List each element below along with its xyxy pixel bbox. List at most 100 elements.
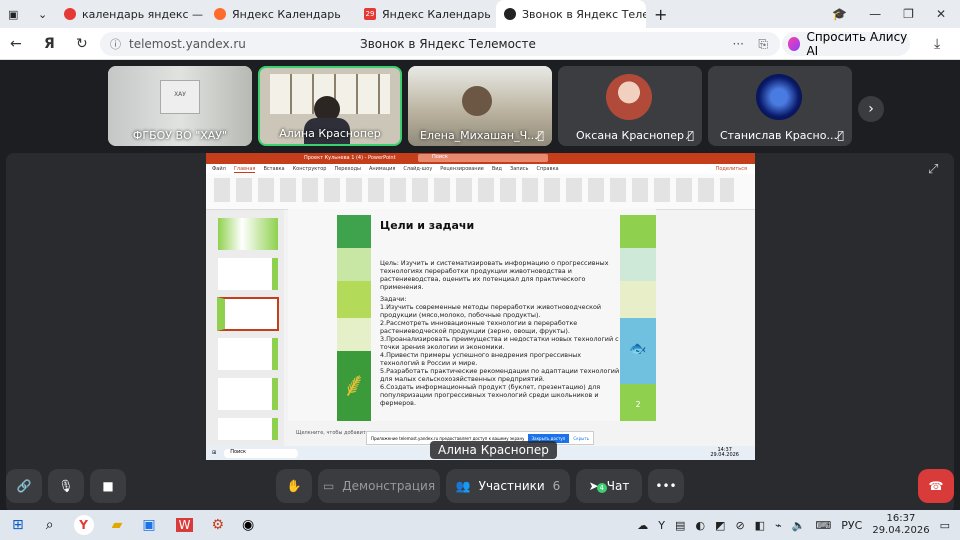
tray-icon[interactable]: ◧: [755, 519, 765, 532]
participant-tile-active[interactable]: Алина Краснопер: [258, 66, 402, 146]
yandex-browser-icon[interactable]: Y: [73, 515, 94, 535]
tray-icon[interactable]: ◩: [715, 519, 725, 532]
slide-thumb-selected[interactable]: [217, 297, 279, 331]
demonstration-button[interactable]: ▭ Демонстрация: [318, 469, 440, 503]
volume-icon[interactable]: 🔈: [792, 519, 806, 532]
tab-menu-icon[interactable]: ▣: [0, 0, 30, 28]
participant-name: ФГБОУ ВО "ХАУ": [132, 129, 228, 142]
hang-up-icon: ☎: [928, 479, 944, 493]
tray-icon[interactable]: ▤: [675, 519, 685, 532]
calendar-29-favicon-icon: 29: [364, 8, 376, 20]
participants-label: Участники: [478, 479, 545, 493]
remote-desktop-icon[interactable]: ▣: [142, 517, 155, 533]
yandex-tray-icon[interactable]: Y: [658, 519, 665, 532]
keyboard-icon[interactable]: ⌨: [815, 519, 831, 532]
hide-popup-button[interactable]: Скрыть: [573, 436, 589, 441]
microphone-button[interactable]: 🎙: [48, 469, 84, 503]
tab-list-chevron-icon[interactable]: ⌄: [30, 0, 56, 28]
cloud-icon[interactable]: ☁: [637, 519, 648, 532]
fullscreen-icon[interactable]: ⤢: [928, 162, 938, 177]
camera-button[interactable]: ■: [90, 469, 126, 503]
tray-icon[interactable]: ◐: [695, 519, 705, 532]
close-window-icon[interactable]: ✕: [936, 7, 946, 21]
tab-calendar-1[interactable]: Яндекс Календарь: [206, 0, 356, 28]
mic-muted-icon: 🎙̸: [687, 129, 694, 142]
avatar: [756, 74, 802, 120]
people-icon: 👥: [455, 479, 471, 493]
reload-icon[interactable]: ↻: [76, 36, 88, 52]
slide-thumb[interactable]: [218, 418, 278, 440]
url-field[interactable]: ⓘ telemost.yandex.ru Звонок в Яндекс Тел…: [100, 32, 780, 56]
inner-windows-icon[interactable]: ⊞: [212, 450, 216, 456]
participant-tile[interactable]: Оксана Краснопер 🎙̸: [558, 66, 702, 146]
slide-thumb[interactable]: [218, 218, 278, 250]
more-icon[interactable]: ···: [733, 37, 744, 51]
slide-thumb[interactable]: [218, 378, 278, 410]
chat-button[interactable]: ➤ 4 Чат: [576, 469, 642, 503]
profile-hat-icon[interactable]: 🎓: [832, 7, 847, 21]
clock[interactable]: 16:37 29.04.2026: [872, 513, 929, 537]
telemost-favicon-icon: [504, 8, 516, 20]
ppt-menu-item[interactable]: Вид: [492, 166, 502, 172]
slide-number: 2: [635, 400, 641, 409]
restore-icon[interactable]: ❐: [903, 7, 914, 21]
ppt-menu-item[interactable]: Конструктор: [293, 166, 327, 172]
telemost-icon[interactable]: ◉: [242, 517, 254, 533]
more-options-button[interactable]: •••: [648, 469, 684, 503]
chat-badge: 4: [596, 483, 607, 493]
mic-muted-icon: 🎙̸: [537, 129, 544, 142]
tab-title: календарь яндекс — Янд: [82, 7, 206, 21]
ppt-notes[interactable]: Щелкните, чтобы добавить за: [296, 430, 376, 436]
bookmark-icon[interactable]: ⎘: [758, 37, 768, 52]
wps-icon[interactable]: W: [175, 518, 194, 532]
windows-start-icon[interactable]: ⊞: [12, 517, 24, 533]
speaker-label: Алина Краснопер: [430, 441, 557, 459]
app-icon[interactable]: ⚙: [211, 517, 224, 533]
participant-tile[interactable]: Станислав Красно... 🎙̸: [708, 66, 852, 146]
ppt-menu-item[interactable]: Анимация: [369, 166, 395, 172]
ppt-menu-item[interactable]: Вставка: [263, 166, 284, 172]
ppt-share-button[interactable]: Поделиться: [716, 166, 747, 172]
tasks-heading: Задачи:: [380, 295, 407, 303]
ppt-ribbon: [206, 174, 755, 210]
minimize-icon[interactable]: —: [869, 7, 881, 21]
language-indicator[interactable]: РУС: [841, 519, 862, 532]
tab-telemost[interactable]: Звонок в Яндекс Теле ✕: [496, 0, 646, 28]
ppt-menu-item[interactable]: Справка: [537, 166, 559, 172]
search-icon[interactable]: ⌕: [46, 517, 54, 533]
file-explorer-icon[interactable]: ▰: [112, 517, 123, 533]
participant-tile[interactable]: ХАУ ФГБОУ ВО "ХАУ": [108, 66, 252, 146]
tab-calendar-2[interactable]: 29 Яндекс Календарь: [356, 0, 496, 28]
ppt-menu-item[interactable]: Слайд-шоу: [403, 166, 432, 172]
link-icon: 🔗: [16, 479, 32, 493]
tray-icon[interactable]: ⊘: [735, 519, 744, 532]
ppt-menu-item[interactable]: Файл: [212, 166, 226, 172]
usb-icon[interactable]: ⌁: [775, 519, 782, 532]
notifications-icon[interactable]: ▭: [940, 519, 950, 532]
participant-tile[interactable]: Елена_Михашан_Ч... 🎙̸: [408, 66, 552, 146]
participant-name: Оксана Краснопер: [576, 129, 684, 142]
ppt-menu-item[interactable]: Переходы: [334, 166, 361, 172]
task-item: 6.Создать информационный продукт (буклет…: [380, 383, 601, 407]
ppt-menu-item[interactable]: Главная: [233, 166, 256, 173]
yandex-logo-icon[interactable]: Я: [44, 36, 55, 52]
inner-search[interactable]: Поиск: [224, 448, 299, 458]
page-title: Звонок в Яндекс Телемосте: [360, 37, 536, 51]
tab-calendar-search[interactable]: календарь яндекс — Янд: [56, 0, 206, 28]
slide-thumb[interactable]: [218, 258, 278, 290]
back-arrow-icon[interactable]: ←: [10, 36, 22, 52]
ppt-menu-item[interactable]: Запись: [510, 166, 528, 172]
next-participants-button[interactable]: ›: [858, 96, 884, 122]
new-tab-icon[interactable]: +: [646, 0, 676, 28]
site-info-icon[interactable]: ⓘ: [110, 36, 121, 52]
participant-name: Станислав Красно...: [720, 129, 837, 142]
ppt-menu-item[interactable]: Рецензирование: [440, 166, 484, 172]
raise-hand-button[interactable]: ✋: [276, 469, 312, 503]
ask-alice-button[interactable]: Спросить Алису AI: [782, 30, 910, 58]
end-call-button[interactable]: ☎: [918, 469, 954, 503]
slide-thumb[interactable]: [218, 338, 278, 370]
participants-button[interactable]: 👥 Участники 6: [446, 469, 570, 503]
ppt-search[interactable]: Поиск: [418, 154, 548, 162]
copy-link-button[interactable]: 🔗: [6, 469, 42, 503]
download-icon[interactable]: ⤓: [934, 36, 940, 52]
